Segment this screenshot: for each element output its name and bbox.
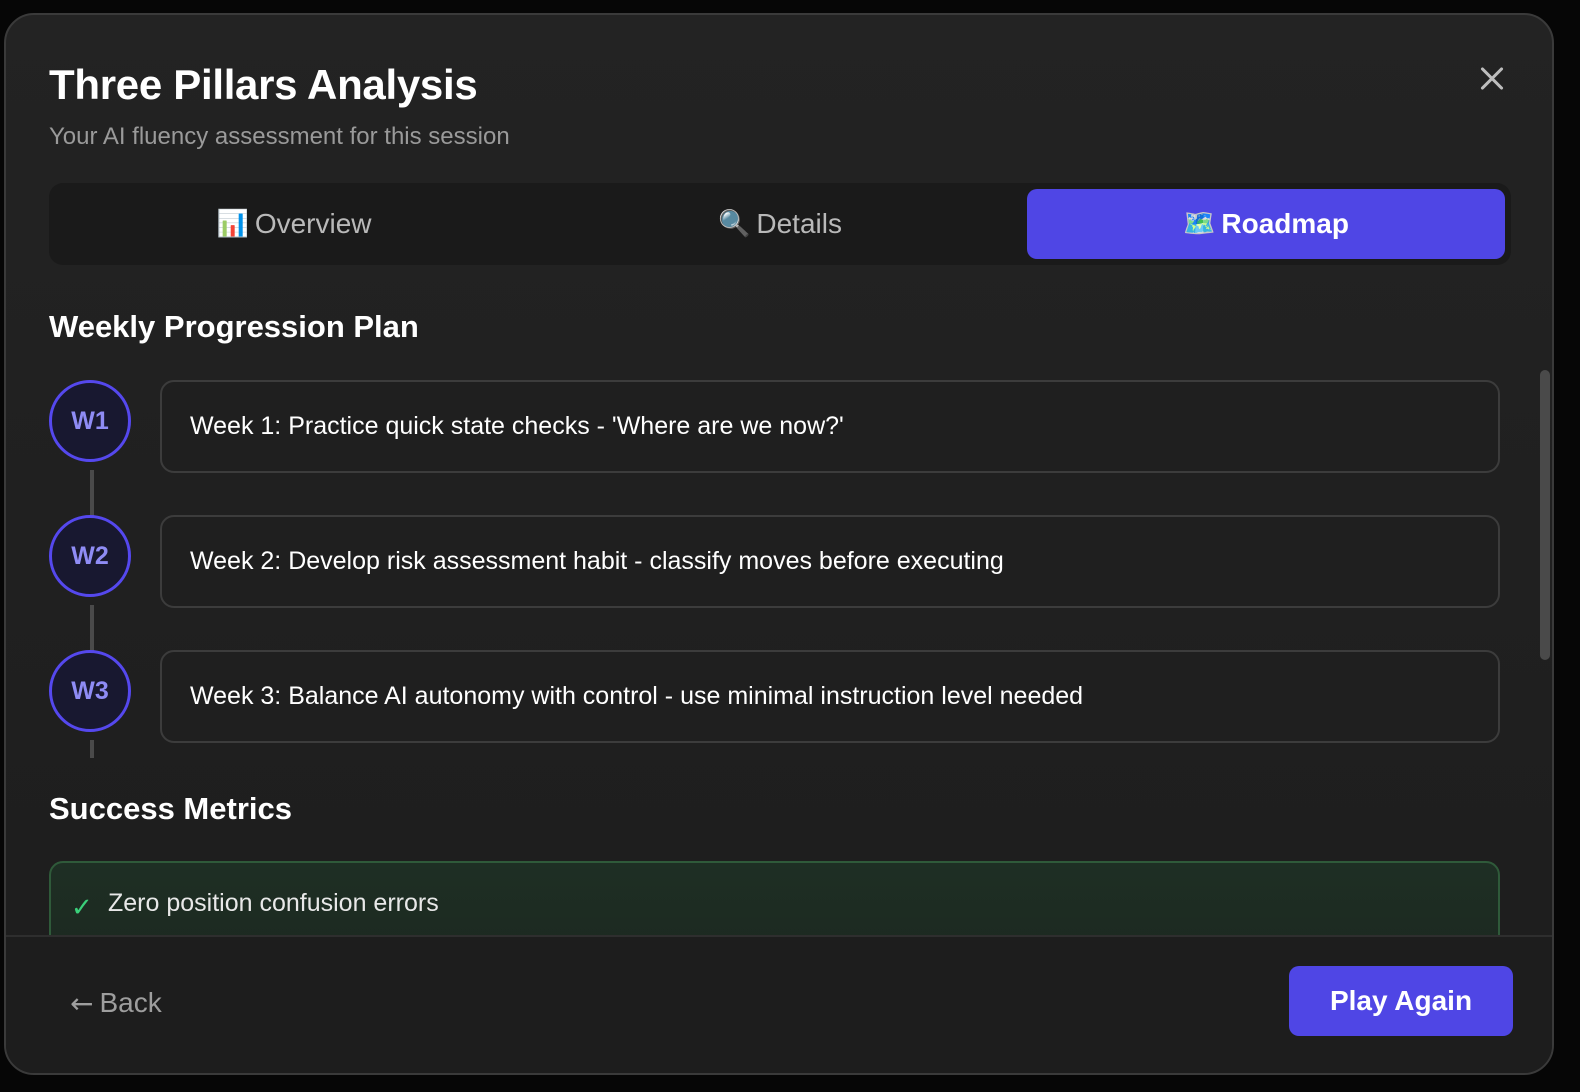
- scrollbar-thumb[interactable]: [1540, 370, 1550, 660]
- close-icon[interactable]: [1474, 61, 1510, 97]
- checkmark-icon: ✓: [71, 893, 93, 923]
- tab-roadmap[interactable]: 🗺️ Roadmap: [1027, 189, 1505, 259]
- arrow-left-icon: ←: [70, 986, 94, 1020]
- magnifier-icon: 🔍: [718, 209, 751, 239]
- week-badge: W3: [49, 650, 131, 732]
- week-text: Week 2: Develop risk assessment habit - …: [190, 547, 1004, 575]
- map-icon: 🗺️: [1183, 209, 1216, 239]
- week-card: Week 3: Balance AI autonomy with control…: [160, 650, 1500, 743]
- tab-details[interactable]: 🔍 Details: [541, 189, 1019, 259]
- week-text: Week 3: Balance AI autonomy with control…: [190, 682, 1084, 710]
- week-badge: W2: [49, 515, 131, 597]
- back-label: Back: [99, 987, 162, 1018]
- weekly-plan-heading: Weekly Progression Plan: [49, 309, 419, 344]
- tab-label: Details: [756, 208, 842, 239]
- tab-label: Roadmap: [1221, 208, 1349, 239]
- play-again-button[interactable]: Play Again: [1289, 966, 1513, 1036]
- week-badge: W1: [49, 380, 131, 462]
- modal-title: Three Pillars Analysis: [49, 61, 478, 108]
- analysis-modal: Three Pillars Analysis Your AI fluency a…: [4, 13, 1554, 1075]
- modal-subtitle: Your AI fluency assessment for this sess…: [49, 123, 510, 150]
- week-card: Week 2: Develop risk assessment habit - …: [160, 515, 1500, 608]
- week-text: Week 1: Practice quick state checks - 'W…: [190, 412, 844, 440]
- timeline-connector: [90, 740, 94, 758]
- metric-text: Zero position confusion errors: [108, 889, 439, 917]
- tab-bar: 📊 Overview 🔍 Details 🗺️ Roadmap: [49, 183, 1511, 265]
- bar-chart-icon: 📊: [216, 209, 249, 239]
- back-button[interactable]: ← Back: [70, 983, 162, 1023]
- modal-footer: ← Back Play Again: [6, 935, 1552, 1073]
- week-card: Week 1: Practice quick state checks - 'W…: [160, 380, 1500, 473]
- success-metrics-heading: Success Metrics: [49, 791, 292, 826]
- tab-overview[interactable]: 📊 Overview: [55, 189, 533, 259]
- tab-label: Overview: [254, 208, 372, 239]
